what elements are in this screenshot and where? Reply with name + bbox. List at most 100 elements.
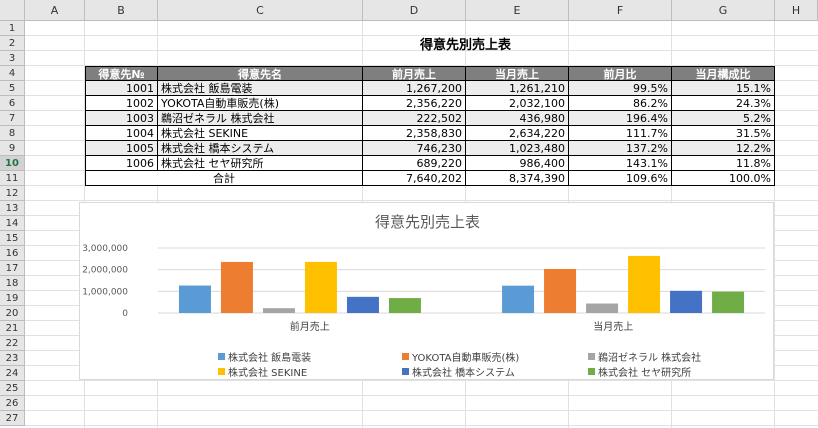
column-heading[interactable]: 前月比 <box>569 66 672 81</box>
bar <box>670 290 703 313</box>
legend-swatch <box>588 368 595 375</box>
table-cell[interactable]: 2,358,830 <box>363 126 466 141</box>
column-header-h[interactable]: H <box>775 0 818 21</box>
row-header-24[interactable]: 24 <box>0 366 25 381</box>
legend-item[interactable]: 株式会社 飯島電装 <box>218 349 311 364</box>
legend-item[interactable]: 鵜沼ゼネラル 株式会社 <box>588 349 701 364</box>
row-header-20[interactable]: 20 <box>0 306 25 321</box>
table-cell[interactable]: 143.1% <box>569 156 672 171</box>
row-header-9[interactable]: 9 <box>0 141 25 156</box>
row-header-17[interactable]: 17 <box>0 261 25 276</box>
row-header-2[interactable]: 2 <box>0 36 25 51</box>
table-cell[interactable]: 986,400 <box>466 156 569 171</box>
legend-item[interactable]: 株式会社 SEKINE <box>218 364 307 379</box>
table-cell[interactable]: 1,261,210 <box>466 81 569 96</box>
row-header-3[interactable]: 3 <box>0 51 25 66</box>
table-cell[interactable]: 1003 <box>85 111 158 126</box>
row-header-1[interactable]: 1 <box>0 21 25 36</box>
table-cell[interactable]: 鵜沼ゼネラル 株式会社 <box>158 111 363 126</box>
row-header-23[interactable]: 23 <box>0 351 25 366</box>
table-cell[interactable]: 222,502 <box>363 111 466 126</box>
table-cell[interactable]: 11.8% <box>672 156 775 171</box>
row-header-25[interactable]: 25 <box>0 381 25 396</box>
table-cell[interactable]: 15.1% <box>672 81 775 96</box>
row-header-26[interactable]: 26 <box>0 396 25 411</box>
row-header-11[interactable]: 11 <box>0 171 25 186</box>
table-title[interactable]: 得意先別売上表 <box>363 36 568 51</box>
table-cell[interactable]: 1002 <box>85 96 158 111</box>
table-cell[interactable]: 株式会社 飯島電装 <box>158 81 363 96</box>
select-all-corner[interactable] <box>0 0 25 21</box>
row-header-5[interactable]: 5 <box>0 81 25 96</box>
row-header-15[interactable]: 15 <box>0 231 25 246</box>
row-header-8[interactable]: 8 <box>0 126 25 141</box>
column-heading[interactable]: 前月売上 <box>363 66 466 81</box>
table-cell[interactable]: 196.4% <box>569 111 672 126</box>
legend-label: 株式会社 橋本システム <box>412 368 515 379</box>
column-header-f[interactable]: F <box>569 0 672 21</box>
table-cell[interactable]: 746,230 <box>363 141 466 156</box>
table-cell[interactable]: 1,267,200 <box>363 81 466 96</box>
table-cell[interactable]: 86.2% <box>569 96 672 111</box>
column-header-g[interactable]: G <box>672 0 775 21</box>
row-header-27[interactable]: 27 <box>0 411 25 426</box>
table-cell[interactable]: 1,023,480 <box>466 141 569 156</box>
total-ratio[interactable]: 109.6% <box>569 171 672 186</box>
row-header-10[interactable]: 10 <box>0 156 25 171</box>
column-header-e[interactable]: E <box>466 0 569 21</box>
total-curr[interactable]: 8,374,390 <box>466 171 569 186</box>
table-cell[interactable]: 2,634,220 <box>466 126 569 141</box>
row-header-13[interactable]: 13 <box>0 201 25 216</box>
table-cell[interactable]: 1006 <box>85 156 158 171</box>
total-prev[interactable]: 7,640,202 <box>363 171 466 186</box>
x-category-label: 当月売上 <box>593 320 633 333</box>
table-cell[interactable]: 1001 <box>85 81 158 96</box>
table-cell[interactable]: 株式会社 橋本システム <box>158 141 363 156</box>
table-cell[interactable]: 12.2% <box>672 141 775 156</box>
table-cell[interactable]: 2,032,100 <box>466 96 569 111</box>
table-cell[interactable]: YOKOTA自動車販売(株) <box>158 96 363 111</box>
bar <box>262 308 295 313</box>
table-cell[interactable]: 689,220 <box>363 156 466 171</box>
column-heading[interactable]: 当月構成比 <box>672 66 775 81</box>
table-cell[interactable]: 436,980 <box>466 111 569 126</box>
row-header-18[interactable]: 18 <box>0 276 25 291</box>
column-header-d[interactable]: D <box>363 0 466 21</box>
table-cell[interactable]: 1004 <box>85 126 158 141</box>
table-cell[interactable]: 1005 <box>85 141 158 156</box>
column-heading[interactable]: 当月売上 <box>466 66 569 81</box>
row-header-14[interactable]: 14 <box>0 216 25 231</box>
total-share[interactable]: 100.0% <box>672 171 775 186</box>
column-header-a[interactable]: A <box>25 0 85 21</box>
table-cell[interactable]: 5.2% <box>672 111 775 126</box>
chart-area[interactable]: 得意先別売上表 3,000,000 2,000,000 1,000,000 0 前月売上… <box>79 202 774 380</box>
column-heading[interactable]: 得意先名 <box>158 66 363 81</box>
row-header-19[interactable]: 19 <box>0 291 25 306</box>
y-tick-label: 2,000,000 <box>82 266 128 276</box>
legend-item[interactable]: 株式会社 セヤ研究所 <box>588 364 691 379</box>
row-header-21[interactable]: 21 <box>0 321 25 336</box>
table-cell[interactable]: 株式会社 セヤ研究所 <box>158 156 363 171</box>
bar <box>544 268 577 313</box>
legend-item[interactable]: YOKOTA自動車販売(株) <box>402 349 519 364</box>
row-header-22[interactable]: 22 <box>0 336 25 351</box>
row-header-6[interactable]: 6 <box>0 96 25 111</box>
row-header-7[interactable]: 7 <box>0 111 25 126</box>
legend-item[interactable]: 株式会社 橋本システム <box>402 364 515 379</box>
table-cell[interactable]: 24.3% <box>672 96 775 111</box>
column-heading[interactable]: 得意先№ <box>85 66 158 81</box>
table-cell[interactable]: 株式会社 SEKINE <box>158 126 363 141</box>
row-header-16[interactable]: 16 <box>0 246 25 261</box>
column-header-b[interactable]: B <box>85 0 158 21</box>
legend-swatch <box>402 353 409 360</box>
table-cell[interactable]: 111.7% <box>569 126 672 141</box>
table-cell[interactable]: 2,356,220 <box>363 96 466 111</box>
row-header-4[interactable]: 4 <box>0 66 25 81</box>
column-header-c[interactable]: C <box>158 0 363 21</box>
table-cell[interactable]: 137.2% <box>569 141 672 156</box>
table-cell[interactable]: 99.5% <box>569 81 672 96</box>
table-cell[interactable]: 31.5% <box>672 126 775 141</box>
row-header-12[interactable]: 12 <box>0 186 25 201</box>
total-label[interactable]: 合計 <box>85 171 363 186</box>
bar <box>586 303 619 313</box>
